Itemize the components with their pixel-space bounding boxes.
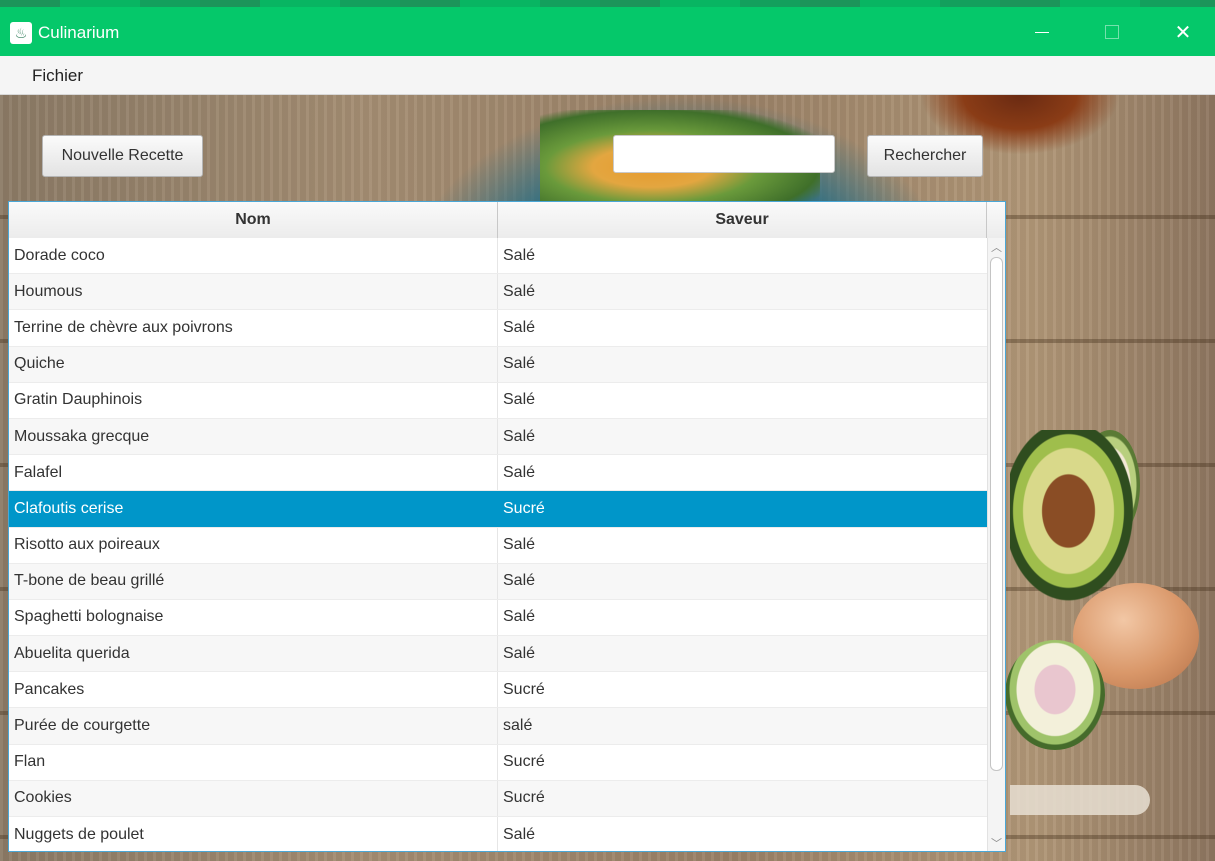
cell-saveur: Salé: [503, 355, 536, 373]
table-row[interactable]: Nuggets de poulet Salé: [9, 817, 987, 851]
cell-nom: Falafel: [9, 455, 498, 491]
maximize-button[interactable]: [1089, 12, 1135, 52]
cell-saveur: Sucré: [503, 789, 545, 807]
scrollbar-thumb[interactable]: [990, 257, 1003, 771]
chevron-up-icon[interactable]: ︿: [988, 238, 1005, 256]
cell-nom: Houmous: [9, 274, 498, 310]
table-row[interactable]: Houmous Salé: [9, 274, 987, 311]
cell-nom: Clafoutis cerise: [9, 491, 498, 527]
taskbar-strip: [0, 0, 1215, 7]
cell-saveur: Salé: [503, 536, 536, 554]
cell-nom: Gratin Dauphinois: [9, 382, 498, 418]
table-row[interactable]: T-bone de beau grillé Salé: [9, 563, 987, 600]
menu-fichier[interactable]: Fichier: [24, 64, 91, 88]
cell-nom: Terrine de chèvre aux poivrons: [9, 310, 498, 346]
background-knife: [1010, 785, 1150, 815]
window-title: Culinarium: [38, 23, 120, 42]
cell-saveur: Sucré: [503, 499, 545, 517]
title-bar[interactable]: ♨ Culinarium ✕: [0, 0, 1215, 56]
search-input[interactable]: [613, 135, 835, 173]
close-icon: ✕: [1174, 21, 1192, 44]
cell-nom: T-bone de beau grillé: [9, 563, 498, 599]
recipes-table: Nom Saveur Dorade coco Salé Houmous Salé Ter…: [8, 201, 1006, 852]
cell-saveur: Salé: [503, 427, 536, 445]
menu-bar: Fichier: [0, 56, 1215, 95]
cell-saveur: Salé: [503, 463, 536, 481]
table-header: Nom Saveur: [9, 202, 1005, 239]
table-row[interactable]: Quiche Salé: [9, 346, 987, 383]
table-body: Dorade coco Salé Houmous Salé Terrine de chè…: [9, 238, 987, 851]
cell-saveur: Salé: [503, 825, 536, 843]
table-row[interactable]: Dorade coco Salé: [9, 238, 987, 275]
close-button[interactable]: ✕: [1160, 12, 1206, 52]
app-window: ♨ Culinarium ✕ Fichier Nouvelle Recette …: [0, 0, 1215, 861]
cell-saveur: Salé: [503, 318, 536, 336]
cell-nom: Spaghetti bolognaise: [9, 599, 498, 636]
chevron-down-icon[interactable]: ﹀: [988, 834, 1005, 851]
table-row[interactable]: Terrine de chèvre aux poivrons Salé: [9, 310, 987, 347]
cell-nom: Moussaka grecque: [9, 418, 498, 455]
background-avocado: [1010, 430, 1140, 610]
table-row[interactable]: Purée de courgette salé: [9, 708, 987, 745]
table-row[interactable]: Clafoutis cerise Sucré: [9, 491, 987, 528]
table-row[interactable]: Falafel Salé: [9, 455, 987, 492]
cell-nom: Purée de courgette: [9, 708, 498, 744]
cell-nom: Abuelita querida: [9, 636, 498, 672]
table-row[interactable]: Flan Sucré: [9, 744, 987, 781]
cell-saveur: Salé: [503, 246, 536, 264]
table-row[interactable]: Cookies Sucré: [9, 780, 987, 817]
cell-saveur: salé: [503, 717, 533, 735]
background-radish-slice: [1005, 640, 1105, 750]
search-button[interactable]: Rechercher: [867, 135, 983, 177]
cell-nom: Risotto aux poireaux: [9, 527, 498, 563]
maximize-icon: [1105, 25, 1119, 39]
column-header-saveur[interactable]: Saveur: [498, 202, 987, 238]
cell-nom: Dorade coco: [9, 238, 498, 274]
cell-nom: Pancakes: [9, 672, 498, 708]
vertical-scrollbar[interactable]: ︿ ﹀: [987, 238, 1005, 851]
cell-saveur: Sucré: [503, 680, 545, 698]
column-header-corner: [987, 202, 1005, 238]
chef-hat-icon: ♨: [10, 22, 32, 44]
cell-saveur: Salé: [503, 282, 536, 300]
table-row[interactable]: Gratin Dauphinois Salé: [9, 382, 987, 419]
table-row[interactable]: Pancakes Sucré: [9, 672, 987, 709]
cell-nom: Quiche: [9, 346, 498, 382]
cell-saveur: Salé: [503, 572, 536, 590]
table-row[interactable]: Spaghetti bolognaise Salé: [9, 599, 987, 637]
table-row[interactable]: Abuelita querida Salé: [9, 636, 987, 673]
cell-nom: Flan: [9, 744, 498, 780]
column-header-nom[interactable]: Nom: [9, 202, 498, 238]
minimize-icon: [1035, 31, 1049, 33]
cell-saveur: Sucré: [503, 753, 545, 771]
cell-nom: Cookies: [9, 780, 498, 816]
cell-nom: Nuggets de poulet: [9, 817, 498, 851]
minimize-button[interactable]: [1019, 12, 1065, 52]
cell-saveur: Salé: [503, 608, 536, 626]
cell-saveur: Salé: [503, 644, 536, 662]
cell-saveur: Salé: [503, 391, 536, 409]
table-row[interactable]: Risotto aux poireaux Salé: [9, 527, 987, 564]
table-row[interactable]: Moussaka grecque Salé: [9, 418, 987, 456]
new-recipe-button[interactable]: Nouvelle Recette: [42, 135, 203, 177]
